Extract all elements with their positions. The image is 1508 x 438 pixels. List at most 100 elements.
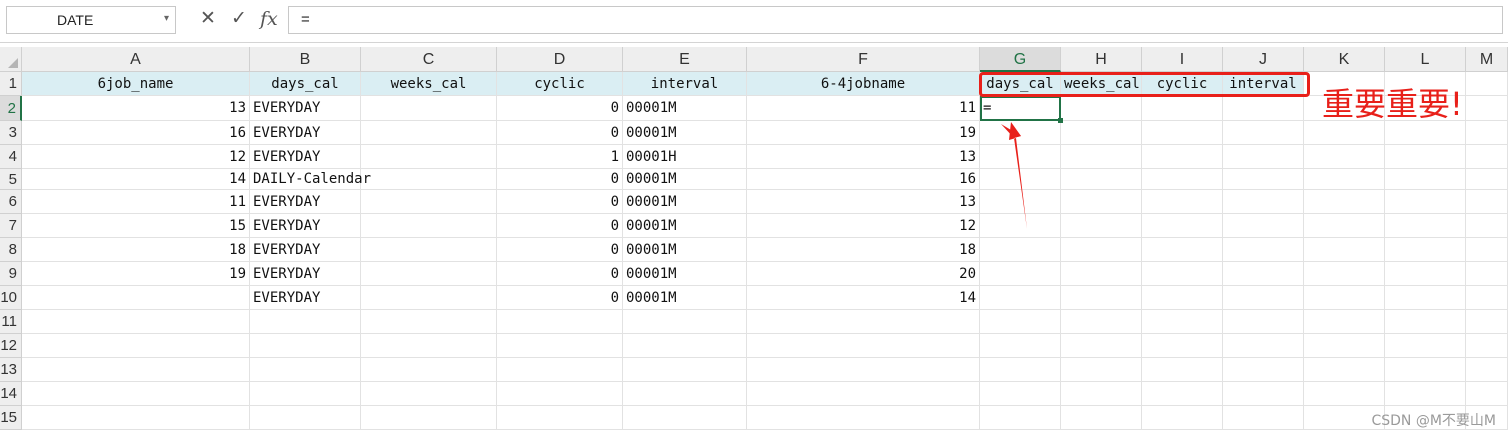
cell-i11[interactable] <box>1142 310 1223 334</box>
column-header-g[interactable]: G <box>980 47 1061 72</box>
cell-c10[interactable] <box>361 286 497 310</box>
cell-c9[interactable] <box>361 262 497 286</box>
cell-b5[interactable]: DAILY-Calendar <box>250 169 371 190</box>
row-header-15[interactable]: 15 <box>0 406 22 430</box>
cell-h4[interactable] <box>1061 145 1142 169</box>
column-header-i[interactable]: I <box>1142 47 1223 72</box>
cell-l14[interactable] <box>1385 382 1466 406</box>
cell-g7[interactable] <box>980 214 1061 238</box>
cell-l6[interactable] <box>1385 190 1466 214</box>
cell-i13[interactable] <box>1142 358 1223 382</box>
cell-e8[interactable]: 00001M <box>623 238 747 262</box>
cell-f11[interactable] <box>747 310 980 334</box>
cell-j15[interactable] <box>1223 406 1304 430</box>
cell-b11[interactable] <box>250 310 361 334</box>
cell-d10[interactable]: 0 <box>497 286 623 310</box>
cell-i2[interactable] <box>1142 96 1223 121</box>
column-header-e[interactable]: E <box>623 47 747 72</box>
cell-k6[interactable] <box>1304 190 1385 214</box>
cell-h13[interactable] <box>1061 358 1142 382</box>
cell-a1[interactable]: 6job_name <box>22 72 250 96</box>
cell-j14[interactable] <box>1223 382 1304 406</box>
cell-m8[interactable] <box>1466 238 1508 262</box>
cell-d14[interactable] <box>497 382 623 406</box>
cell-g5[interactable] <box>980 169 1061 190</box>
row-header-6[interactable]: 6 <box>0 190 22 214</box>
cell-k11[interactable] <box>1304 310 1385 334</box>
cell-e6[interactable]: 00001M <box>623 190 747 214</box>
cell-l9[interactable] <box>1385 262 1466 286</box>
cell-d12[interactable] <box>497 334 623 358</box>
cell-i3[interactable] <box>1142 121 1223 145</box>
cell-h14[interactable] <box>1061 382 1142 406</box>
cell-m7[interactable] <box>1466 214 1508 238</box>
cell-b1[interactable]: days_cal <box>250 72 361 96</box>
cell-k14[interactable] <box>1304 382 1385 406</box>
cell-m14[interactable] <box>1466 382 1508 406</box>
cell-e12[interactable] <box>623 334 747 358</box>
select-all-corner[interactable] <box>0 47 22 72</box>
cell-c5[interactable] <box>361 169 497 190</box>
cell-l11[interactable] <box>1385 310 1466 334</box>
column-header-l[interactable]: L <box>1385 47 1466 72</box>
cell-b12[interactable] <box>250 334 361 358</box>
cell-l3[interactable] <box>1385 121 1466 145</box>
cell-a12[interactable] <box>22 334 250 358</box>
cell-a11[interactable] <box>22 310 250 334</box>
cell-m5[interactable] <box>1466 169 1508 190</box>
cell-d8[interactable]: 0 <box>497 238 623 262</box>
cell-h12[interactable] <box>1061 334 1142 358</box>
cell-j2[interactable] <box>1223 96 1304 121</box>
cell-b8[interactable]: EVERYDAY <box>250 238 361 262</box>
cell-j7[interactable] <box>1223 214 1304 238</box>
cell-l12[interactable] <box>1385 334 1466 358</box>
cell-f2[interactable]: 11 <box>747 96 980 121</box>
cell-i6[interactable] <box>1142 190 1223 214</box>
cell-a3[interactable]: 16 <box>22 121 250 145</box>
cell-j12[interactable] <box>1223 334 1304 358</box>
cell-a9[interactable]: 19 <box>22 262 250 286</box>
cell-m4[interactable] <box>1466 145 1508 169</box>
cell-b15[interactable] <box>250 406 361 430</box>
cell-c12[interactable] <box>361 334 497 358</box>
cell-g12[interactable] <box>980 334 1061 358</box>
cell-a10[interactable] <box>22 286 250 310</box>
cell-f12[interactable] <box>747 334 980 358</box>
cell-h7[interactable] <box>1061 214 1142 238</box>
cell-l8[interactable] <box>1385 238 1466 262</box>
cell-i9[interactable] <box>1142 262 1223 286</box>
column-header-m[interactable]: M <box>1466 47 1508 72</box>
cell-d3[interactable]: 0 <box>497 121 623 145</box>
cell-l13[interactable] <box>1385 358 1466 382</box>
cell-k10[interactable] <box>1304 286 1385 310</box>
cell-b2[interactable]: EVERYDAY <box>250 96 361 121</box>
cell-j10[interactable] <box>1223 286 1304 310</box>
column-header-a[interactable]: A <box>22 47 250 72</box>
cell-f3[interactable]: 19 <box>747 121 980 145</box>
cell-j5[interactable] <box>1223 169 1304 190</box>
cell-a8[interactable]: 18 <box>22 238 250 262</box>
cell-h8[interactable] <box>1061 238 1142 262</box>
cell-d4[interactable]: 1 <box>497 145 623 169</box>
cell-a14[interactable] <box>22 382 250 406</box>
cell-e1[interactable]: interval <box>623 72 747 96</box>
cell-f10[interactable]: 14 <box>747 286 980 310</box>
row-header-12[interactable]: 12 <box>0 334 22 358</box>
column-header-b[interactable]: B <box>250 47 361 72</box>
name-box[interactable]: DATE ▾ <box>6 6 176 34</box>
chevron-down-icon[interactable]: ▾ <box>164 13 169 24</box>
cell-m2[interactable] <box>1466 96 1508 121</box>
cell-j8[interactable] <box>1223 238 1304 262</box>
cell-g10[interactable] <box>980 286 1061 310</box>
cell-i7[interactable] <box>1142 214 1223 238</box>
cell-i8[interactable] <box>1142 238 1223 262</box>
row-header-11[interactable]: 11 <box>0 310 22 334</box>
enter-check-icon[interactable]: ✓ <box>231 8 247 30</box>
cell-c8[interactable] <box>361 238 497 262</box>
cell-d1[interactable]: cyclic <box>497 72 623 96</box>
row-header-7[interactable]: 7 <box>0 214 22 238</box>
cell-m1[interactable] <box>1466 72 1508 96</box>
row-header-10[interactable]: 10 <box>0 286 22 310</box>
cell-b4[interactable]: EVERYDAY <box>250 145 361 169</box>
cell-a13[interactable] <box>22 358 250 382</box>
